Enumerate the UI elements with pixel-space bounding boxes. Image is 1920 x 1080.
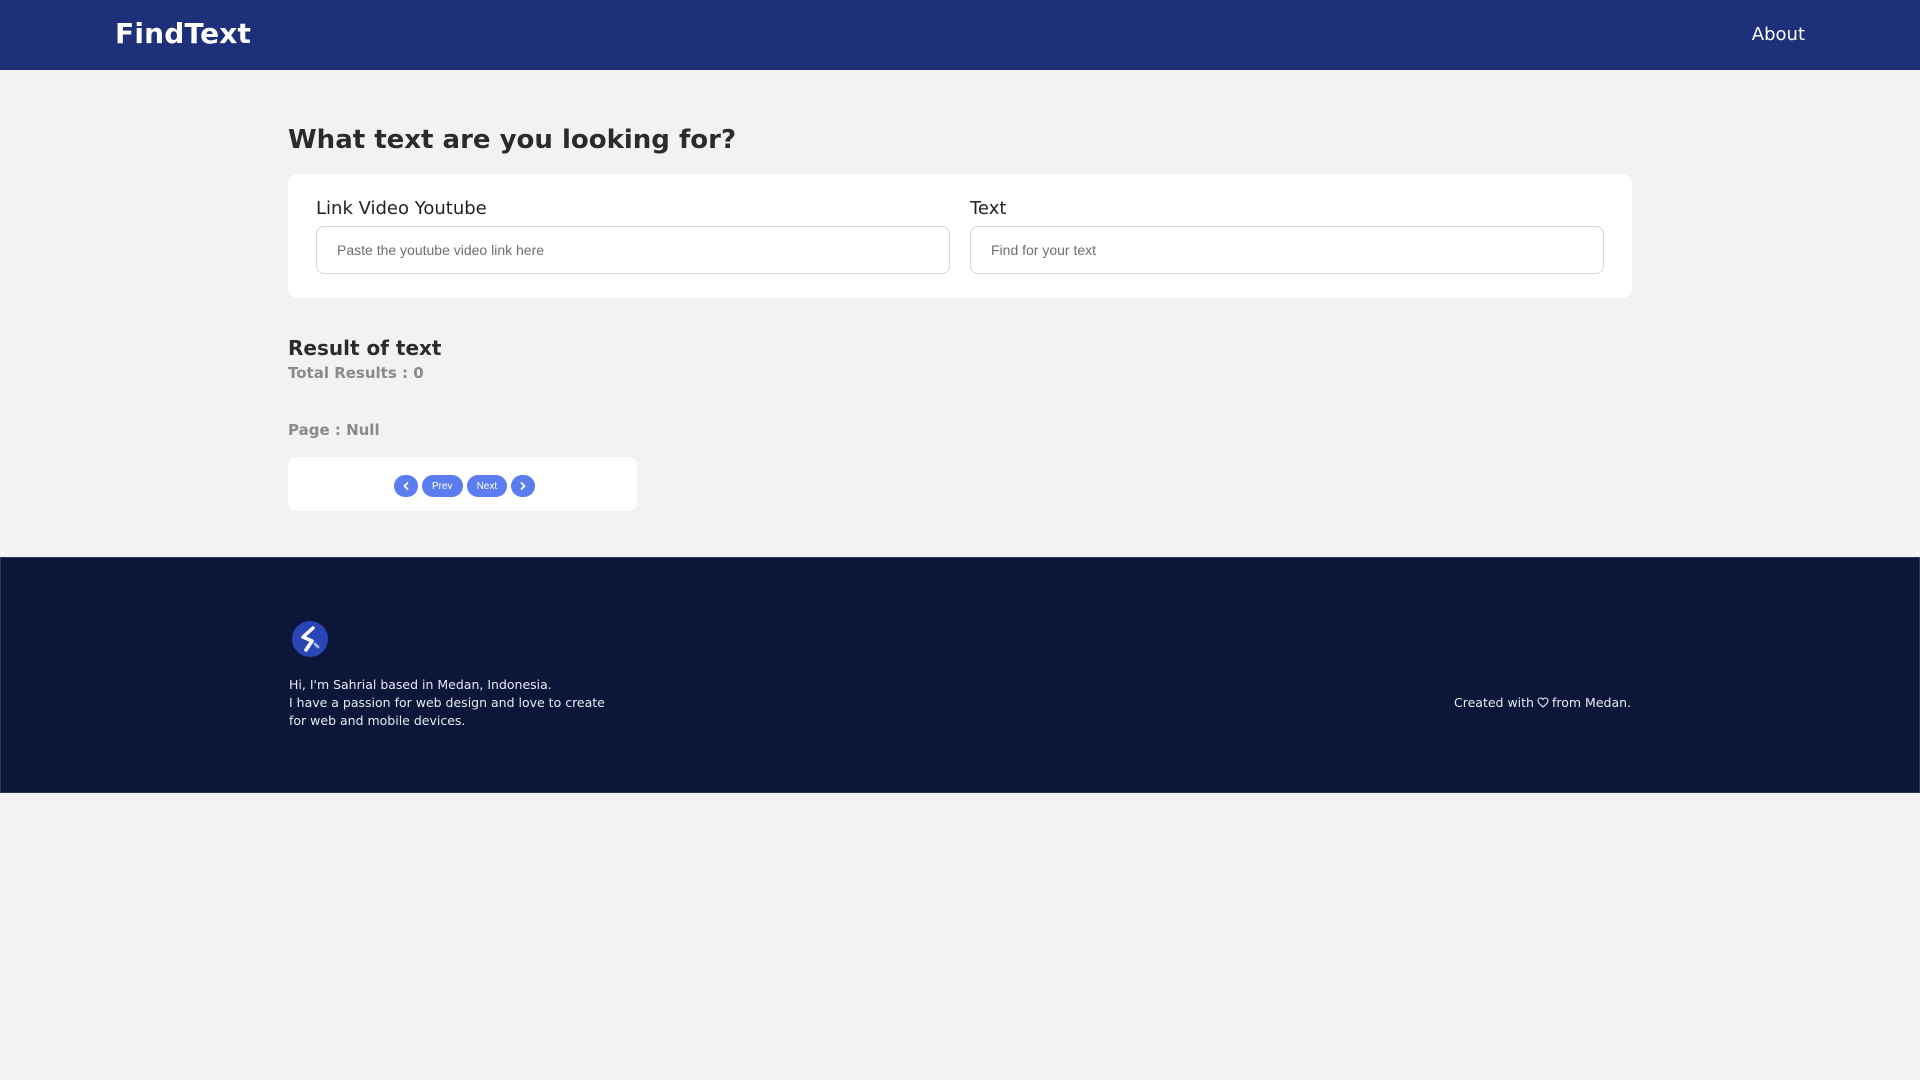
footer-about-line: Hi, I'm Sahrial based in Medan, Indonesi… <box>289 677 552 692</box>
s-logo-icon <box>292 621 328 657</box>
prev-page-button[interactable]: Prev <box>422 475 463 497</box>
video-link-input[interactable] <box>316 226 950 274</box>
brand-logo-text[interactable]: FindText <box>115 17 251 50</box>
page-title: What text are you looking for? <box>288 125 737 155</box>
pagination: Prev Next <box>394 475 536 497</box>
text-label: Text <box>970 198 1007 219</box>
navbar: FindText About <box>0 0 1920 70</box>
video-link-label: Link Video Youtube <box>316 198 487 219</box>
results-count: Total Results : 0 <box>288 364 424 382</box>
footer-about-line: I have a passion for web design and love… <box>289 695 605 710</box>
nav-link-about[interactable]: About <box>1752 24 1805 45</box>
footer: Hi, I'm Sahrial based in Medan, Indonesi… <box>0 557 1920 793</box>
text-search-input[interactable] <box>970 226 1604 274</box>
next-page-button[interactable]: Next <box>466 475 508 497</box>
heart-icon <box>1537 697 1549 708</box>
pagination-card: Prev Next <box>288 457 637 511</box>
footer-about-line: for web and mobile devices. <box>289 713 466 728</box>
last-page-button[interactable] <box>511 475 536 497</box>
credit-suffix: from Medan. <box>1551 695 1631 710</box>
page-indicator: Page : Null <box>288 421 380 439</box>
chevron-right-icon <box>520 482 526 490</box>
chevron-left-icon <box>403 482 409 490</box>
credit-prefix: Created with <box>1454 695 1534 710</box>
footer-credit: Created with from Medan. <box>1454 695 1631 710</box>
first-page-button[interactable] <box>394 475 418 497</box>
results-title: Result of text <box>288 336 442 360</box>
footer-about: Hi, I'm Sahrial based in Medan, Indonesi… <box>289 676 619 730</box>
search-card: Link Video Youtube Text <box>288 174 1632 298</box>
